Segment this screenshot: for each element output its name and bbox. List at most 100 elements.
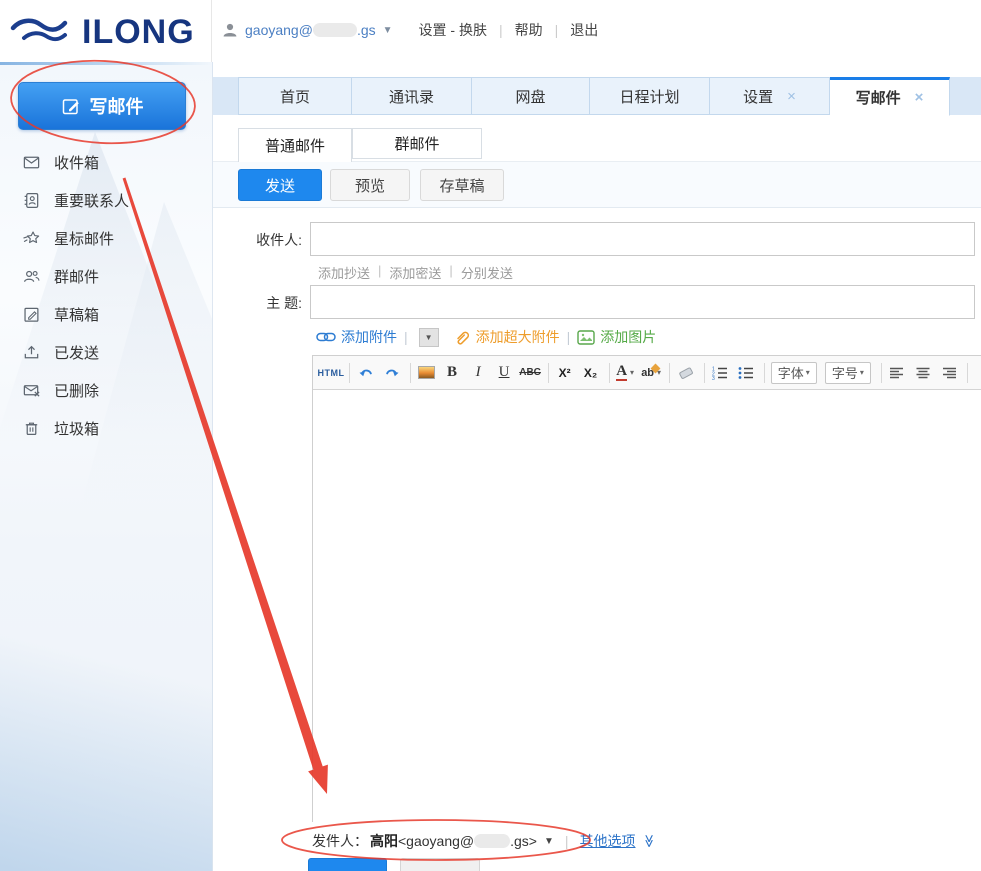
attachment-dropdown-button[interactable]: ▼ <box>418 327 439 347</box>
undo-button[interactable] <box>356 361 376 385</box>
rich-text-editor: HTML B I U ABC X² X₂ A ▾ ab ▾ 1 2 3 字体 ▾… <box>312 355 981 822</box>
toolbar-separator <box>608 362 610 383</box>
sidebar-item-label: 星标邮件 <box>54 230 115 248</box>
user-email[interactable]: gaoyang@ .gs <box>238 22 376 38</box>
tab-label: 通讯录 <box>388 88 434 106</box>
eraser-button[interactable] <box>676 361 696 385</box>
bullet-list-button[interactable] <box>736 361 756 385</box>
align-right-button[interactable] <box>939 361 959 385</box>
menu-help[interactable]: 帮助 <box>515 20 543 40</box>
underline-button[interactable]: U <box>494 361 514 385</box>
caret-down-icon: ▾ <box>805 368 810 377</box>
toolbar-separator <box>669 362 670 383</box>
compose-mail-button[interactable]: 写邮件 <box>18 82 186 130</box>
align-right-icon <box>943 367 957 378</box>
blurred-email-domain <box>474 834 511 848</box>
sidebar-item-trash[interactable]: 垃圾箱 <box>0 409 212 447</box>
align-center-button[interactable] <box>913 361 933 385</box>
font-color-icon: A <box>616 363 628 381</box>
menu-settings-skin[interactable]: 设置 - 换肤 <box>419 20 487 40</box>
subtab-normal-mail[interactable]: 普通邮件 <box>238 128 352 162</box>
add-attachment-link[interactable]: 添加附件 <box>341 327 397 347</box>
editor-toolbar: HTML B I U ABC X² X₂ A ▾ ab ▾ 1 2 3 字体 ▾… <box>313 356 981 390</box>
add-image-link[interactable]: 添加图片 <box>600 327 656 347</box>
preview-button[interactable]: 预览 <box>330 169 410 201</box>
save-draft-button[interactable]: 存草稿 <box>420 169 504 201</box>
font-size-label: 字号 <box>831 366 858 381</box>
html-source-button[interactable]: HTML <box>318 361 345 385</box>
tab-label: 首页 <box>279 88 310 106</box>
subscript-button[interactable]: X₂ <box>581 361 601 385</box>
sidebar-top-accent <box>0 62 212 65</box>
wave-logo-icon <box>10 18 68 42</box>
blurred-email-domain <box>312 23 357 37</box>
sender-separator: | <box>564 833 569 849</box>
subject-label: 主 题: <box>266 295 302 311</box>
tab-netdisk[interactable]: 网盘 <box>472 77 590 115</box>
sidebar-item-starred-mail[interactable]: 星标邮件 <box>0 219 212 257</box>
bottom-send-button[interactable] <box>308 858 387 871</box>
insert-image-button[interactable] <box>416 361 436 385</box>
tab-calendar[interactable]: 日程计划 <box>590 77 710 115</box>
toolbar-separator <box>349 362 350 383</box>
send-button[interactable]: 发送 <box>238 169 322 201</box>
tab-contacts[interactable]: 通讯录 <box>352 77 472 115</box>
tab-label: 网盘 <box>515 88 546 106</box>
close-tab-icon[interactable]: × <box>787 88 796 105</box>
caret-down-icon: ▾ <box>630 368 635 377</box>
send-separately-link[interactable]: 分别发送 <box>461 263 513 282</box>
tab-home[interactable]: 首页 <box>238 77 352 115</box>
highlight-button[interactable]: ab ▾ <box>641 361 661 385</box>
editor-body[interactable] <box>313 390 981 822</box>
sidebar-item-inbox[interactable]: 收件箱 <box>0 143 212 181</box>
ordered-list-icon: 123 <box>712 366 728 380</box>
font-color-button[interactable]: A ▾ <box>615 361 635 385</box>
align-left-icon <box>890 367 904 378</box>
tab-label: 设置 <box>743 88 774 106</box>
align-left-button[interactable] <box>887 361 907 385</box>
sidebar-item-group-mail[interactable]: 群邮件 <box>0 257 212 295</box>
undo-icon <box>359 369 372 376</box>
redo-button[interactable] <box>382 361 402 385</box>
other-options-link[interactable]: 其他选项 <box>580 831 636 851</box>
font-size-select[interactable]: 字号 ▾ <box>824 361 871 384</box>
italic-button[interactable]: I <box>468 361 488 385</box>
attachment-separator: | <box>404 329 408 345</box>
tab-settings[interactable]: 设置 × <box>710 77 830 115</box>
sidebar-item-sent[interactable]: 已发送 <box>0 333 212 371</box>
sidebar-item-label: 重要联系人 <box>54 192 130 210</box>
sender-row: 发件人： 高阳 <gaoyang@ .gs> ▼ | 其他选项 ≫ <box>312 826 656 856</box>
user-menu-caret-icon[interactable]: ▼ <box>383 25 393 36</box>
toolbar-separator <box>764 362 765 383</box>
ordered-list-button[interactable]: 123 <box>710 361 730 385</box>
sidebar-item-drafts[interactable]: 草稿箱 <box>0 295 212 333</box>
recipient-input[interactable] <box>310 222 975 256</box>
toolbar-separator <box>880 362 882 383</box>
sender-label: 发件人： <box>312 833 368 849</box>
add-image-icon <box>577 329 595 345</box>
tab-bar: 首页 通讯录 网盘 日程计划 设置 × 写邮件 × <box>213 77 981 116</box>
font-family-select[interactable]: 字体 ▾ <box>770 361 817 384</box>
bold-button[interactable]: B <box>442 361 462 385</box>
expand-options-chevrons-icon[interactable]: ≫ <box>640 834 656 848</box>
sidebar-item-deleted[interactable]: 已删除 <box>0 371 212 409</box>
menu-logout[interactable]: 退出 <box>570 20 598 40</box>
tab-compose-active[interactable]: 写邮件 × <box>830 77 950 116</box>
close-tab-icon[interactable]: × <box>915 89 924 106</box>
header-divider <box>211 0 212 62</box>
sidebar-item-important-contacts[interactable]: 重要联系人 <box>0 181 212 219</box>
sender-dropdown-caret-icon[interactable]: ▼ <box>544 836 554 847</box>
eraser-icon <box>678 367 693 379</box>
menu-separator: | <box>498 22 503 38</box>
strikethrough-button[interactable]: ABC <box>519 361 541 385</box>
add-bcc-link[interactable]: 添加密送 <box>389 263 441 282</box>
subject-input[interactable] <box>310 285 975 319</box>
logo-text: ILONG <box>82 12 195 51</box>
add-cc-link[interactable]: 添加抄送 <box>318 263 370 282</box>
caret-down-icon: ▾ <box>859 368 864 377</box>
superscript-button[interactable]: X² <box>555 361 575 385</box>
sidebar-item-label: 已删除 <box>54 382 100 400</box>
bottom-preview-button[interactable] <box>400 858 480 871</box>
subtab-group-mail[interactable]: 群邮件 <box>352 128 482 159</box>
add-large-attachment-link[interactable]: 添加超大附件 <box>476 327 560 347</box>
